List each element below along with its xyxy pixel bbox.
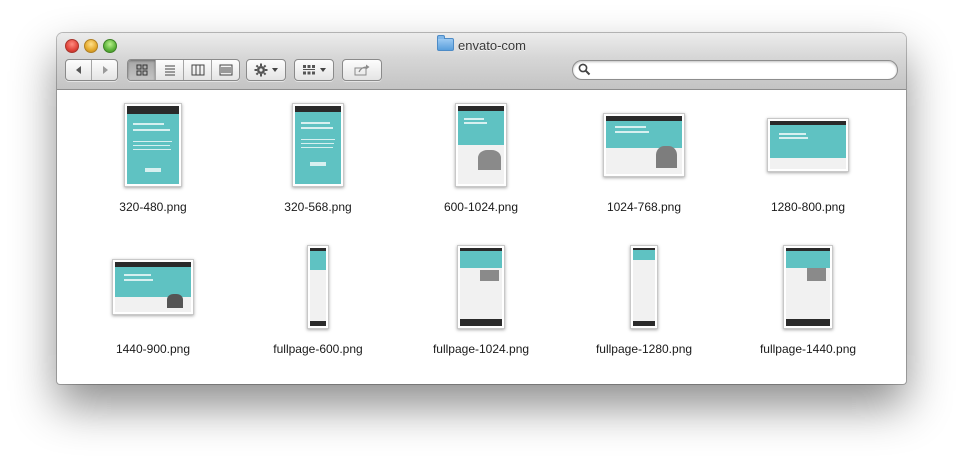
share-button-group [342, 59, 382, 81]
thumbnail [78, 242, 228, 332]
forward-button[interactable] [92, 60, 117, 80]
share-icon [354, 64, 370, 76]
back-arrow-icon [75, 66, 81, 74]
arrange-icon [302, 65, 315, 75]
chevron-down-icon [319, 68, 326, 72]
list-view-icon [164, 65, 175, 76]
thumbnail [733, 100, 883, 190]
file-thumbnail [292, 103, 344, 187]
arrange-menu-button[interactable] [294, 59, 334, 81]
window-title: envato-com [57, 35, 906, 53]
back-button[interactable] [66, 60, 92, 80]
folder-icon [437, 35, 455, 51]
view-buttons [127, 59, 240, 81]
file-icon-grid: 320-480.png 320-568.png 600-1024.png 102… [57, 90, 906, 384]
file-name: 1024-768.png [606, 200, 682, 214]
coverflow-view-icon [219, 64, 232, 76]
file-item[interactable]: 320-568.png [243, 100, 393, 220]
file-item[interactable]: fullpage-1440.png [733, 242, 883, 362]
file-thumbnail [767, 118, 849, 172]
window-title-text: envato-com [458, 38, 526, 53]
file-item[interactable]: 1024-768.png [569, 100, 719, 220]
titlebar: envato-com [57, 33, 906, 90]
action-menu-button[interactable] [246, 59, 286, 81]
file-thumbnail [783, 245, 833, 329]
file-item[interactable]: fullpage-1024.png [406, 242, 556, 362]
share-button[interactable] [343, 60, 381, 80]
file-item[interactable]: 320-480.png [78, 100, 228, 220]
coverflow-view-button[interactable] [212, 60, 239, 80]
finder-window: envato-com 320-480.png 320-568.png 600-1… [57, 33, 906, 384]
thumbnail [78, 100, 228, 190]
file-thumbnail [457, 245, 505, 329]
navigation-buttons [65, 59, 118, 81]
file-item[interactable]: 1440-900.png [78, 242, 228, 362]
search-icon [578, 63, 591, 76]
file-name: 320-480.png [119, 200, 187, 214]
file-name: 600-1024.png [443, 200, 519, 214]
action-button[interactable] [247, 60, 285, 80]
file-name: fullpage-1440.png [759, 342, 857, 356]
arrange-button[interactable] [295, 60, 333, 80]
file-name: 1280-800.png [770, 200, 846, 214]
search-field[interactable] [572, 60, 898, 80]
gear-icon [254, 63, 267, 77]
list-view-button[interactable] [156, 60, 184, 80]
file-name: fullpage-1280.png [595, 342, 693, 356]
thumbnail [406, 242, 556, 332]
thumbnail [733, 242, 883, 332]
file-name: fullpage-1024.png [432, 342, 530, 356]
file-item[interactable]: 1280-800.png [733, 100, 883, 220]
file-item[interactable]: fullpage-600.png [243, 242, 393, 362]
search-input[interactable] [593, 62, 887, 79]
chevron-down-icon [271, 68, 278, 72]
file-name: 1440-900.png [115, 342, 191, 356]
file-name: 320-568.png [284, 200, 352, 214]
thumbnail [569, 100, 719, 190]
thumbnail [406, 100, 556, 190]
thumbnail [569, 242, 719, 332]
icon-view-button[interactable] [128, 60, 156, 80]
file-thumbnail [307, 245, 329, 329]
file-item[interactable]: 600-1024.png [406, 100, 556, 220]
file-name: fullpage-600.png [273, 342, 363, 356]
file-thumbnail [603, 113, 685, 177]
thumbnail [243, 100, 393, 190]
column-view-icon [191, 64, 204, 76]
file-thumbnail [124, 103, 182, 187]
file-item[interactable]: fullpage-1280.png [569, 242, 719, 362]
forward-arrow-icon [102, 66, 108, 74]
icon-view-icon [136, 64, 147, 76]
file-thumbnail [455, 103, 507, 187]
file-thumbnail [112, 259, 194, 315]
file-thumbnail [630, 245, 658, 329]
column-view-button[interactable] [184, 60, 212, 80]
thumbnail [243, 242, 393, 332]
